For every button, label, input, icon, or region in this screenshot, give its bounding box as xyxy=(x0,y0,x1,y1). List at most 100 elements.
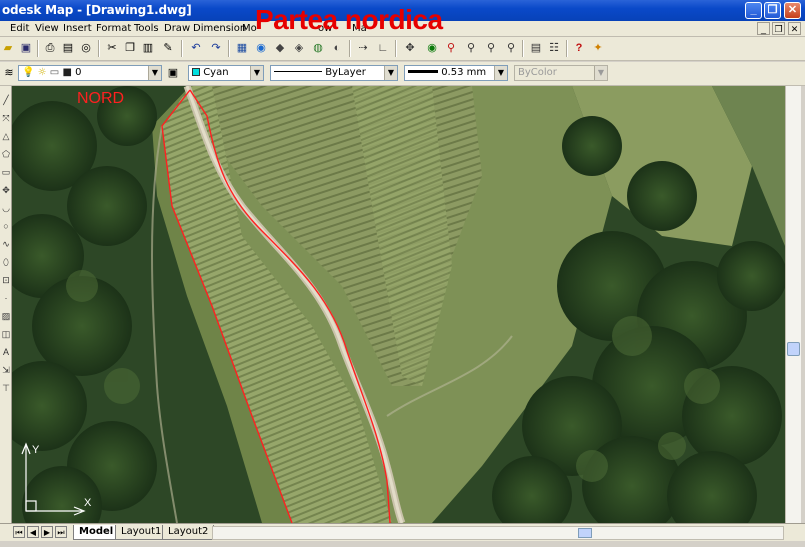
print-icon[interactable]: ⎙ xyxy=(42,40,58,56)
close-button[interactable]: ✕ xyxy=(784,2,801,19)
maximize-button[interactable]: ❐ xyxy=(764,2,781,19)
move-icon[interactable]: ✥ xyxy=(1,184,11,197)
layer-lock-icon: ▭ xyxy=(49,67,60,78)
polygon-icon[interactable]: ⬠ xyxy=(1,148,11,161)
linetype-combo[interactable]: ByLayer ▼ xyxy=(270,65,398,81)
tab-layout1[interactable]: Layout1 xyxy=(115,525,168,540)
point-icon[interactable]: · xyxy=(1,292,11,305)
trim-icon[interactable]: ⊤ xyxy=(1,382,11,395)
designcenter-icon[interactable]: ☷ xyxy=(546,40,562,56)
bottom-strip xyxy=(0,541,805,547)
zoom-prev-icon[interactable]: ⚲ xyxy=(483,40,499,56)
stretch-icon[interactable]: ⇲ xyxy=(1,364,11,377)
map-6-icon[interactable]: ◐ xyxy=(329,40,345,56)
open-icon[interactable]: ▰ xyxy=(0,40,16,56)
ucs-y-label: Y xyxy=(32,444,40,456)
draw-tool-palette: ╱ ⤧ △ ⬠ ▭ ✥ ◡ ○ ∿ ⬯ ⊡ · ▨ ◫ A ⇲ ⊤ xyxy=(0,86,12,523)
map-7-icon[interactable]: ⇢ xyxy=(355,40,371,56)
chevron-down-icon[interactable]: ▼ xyxy=(384,66,397,80)
map-1-icon[interactable]: ▦ xyxy=(234,40,250,56)
region-icon[interactable]: ◫ xyxy=(1,328,11,341)
map-4-icon[interactable]: ◈ xyxy=(291,40,307,56)
lineweight-combo[interactable]: 0.53 mm ▼ xyxy=(404,65,508,81)
spline-icon[interactable]: ∿ xyxy=(1,238,11,251)
menu-draw[interactable]: Draw xyxy=(164,23,190,34)
menu-format[interactable]: Format xyxy=(96,23,131,34)
redo-icon[interactable]: ↷ xyxy=(208,40,224,56)
circle-icon[interactable]: ○ xyxy=(1,220,11,233)
plotstyle-combo: ByColor ▼ xyxy=(514,65,608,81)
prev-tab-button[interactable]: ◀ xyxy=(27,526,39,538)
properties-icon[interactable]: ▤ xyxy=(528,40,544,56)
layer-freeze-icon: ☼ xyxy=(37,67,47,78)
map-5-icon[interactable]: ◍ xyxy=(310,40,326,56)
color-value: Cyan xyxy=(203,67,229,78)
copy-icon[interactable]: ❐ xyxy=(122,40,138,56)
horizontal-scroll-thumb[interactable] xyxy=(578,528,592,538)
horizontal-scrollbar[interactable] xyxy=(212,526,784,540)
drawing-canvas[interactable]: Y X NORD xyxy=(12,86,785,523)
menu-edit[interactable]: Edit xyxy=(10,23,29,34)
publish-icon[interactable]: ◎ xyxy=(78,40,94,56)
mdi-restore-button[interactable]: ❐ xyxy=(772,22,785,35)
zoom-realtime-icon[interactable]: ⚲ xyxy=(443,40,459,56)
polyline-icon[interactable]: △ xyxy=(1,130,11,143)
properties-toolbar: ≋ 💡 ☼ ▭ ■ 0 ▼ ▣ Cyan ▼ ByLayer ▼ 0.53 mm… xyxy=(0,62,805,86)
mtext-icon[interactable]: A xyxy=(1,346,11,359)
layer-on-icon: 💡 xyxy=(22,67,35,78)
chevron-down-icon: ▼ xyxy=(594,66,607,80)
plotstyle-value: ByColor xyxy=(518,67,557,78)
map-3-icon[interactable]: ◆ xyxy=(272,40,288,56)
save-icon[interactable]: ▣ xyxy=(18,40,34,56)
map-2-icon[interactable]: ◉ xyxy=(253,40,269,56)
tab-model[interactable]: Model xyxy=(73,525,120,540)
make-layer-current-icon[interactable]: ▣ xyxy=(165,65,181,81)
menu-tools[interactable]: Tools xyxy=(134,23,159,34)
help-icon[interactable]: ? xyxy=(571,40,587,56)
mdi-minimize-button[interactable]: _ xyxy=(757,22,770,35)
ellipse-icon[interactable]: ⬯ xyxy=(1,256,11,269)
eye-icon[interactable]: ◉ xyxy=(424,40,440,56)
hatch-icon[interactable]: ▨ xyxy=(1,310,11,323)
aerial-image: Y X xyxy=(12,86,785,523)
chevron-down-icon[interactable]: ▼ xyxy=(250,66,263,80)
chevron-down-icon[interactable]: ▼ xyxy=(148,66,161,80)
tab-layout2[interactable]: Layout2 xyxy=(162,525,215,540)
layer-color-swatch: ■ xyxy=(62,67,72,78)
color-combo[interactable]: Cyan ▼ xyxy=(188,65,264,81)
next-tab-button[interactable]: ▶ xyxy=(41,526,53,538)
minimize-button[interactable]: _ xyxy=(745,2,762,19)
layer-combo[interactable]: 💡 ☼ ▭ ■ 0 ▼ xyxy=(18,65,162,81)
menu-insert[interactable]: Insert xyxy=(63,23,92,34)
preview-icon[interactable]: ▤ xyxy=(60,40,76,56)
construction-line-icon[interactable]: ⤧ xyxy=(1,112,11,125)
line-tool-icon[interactable]: ╱ xyxy=(1,94,11,107)
map-8-icon[interactable]: ∟ xyxy=(375,40,391,56)
mdi-close-button[interactable]: ✕ xyxy=(788,22,801,35)
paste-icon[interactable]: ▥ xyxy=(140,40,156,56)
standard-toolbar: ▰ ▣ ⎙ ▤ ◎ ✂ ❐ ▥ ✎ ↶ ↷ ▦ ◉ ◆ ◈ ◍ ◐ ⇢ ∟ ✥ … xyxy=(0,37,805,61)
undo-icon[interactable]: ↶ xyxy=(188,40,204,56)
zoom-extents-icon[interactable]: ⚲ xyxy=(503,40,519,56)
first-tab-button[interactable]: ⏮ xyxy=(13,526,25,538)
assistant-icon[interactable]: ✦ xyxy=(590,40,606,56)
layers-icon[interactable]: ≋ xyxy=(1,65,17,81)
zoom-window-icon[interactable]: ⚲ xyxy=(463,40,479,56)
vertical-scroll-thumb[interactable] xyxy=(787,342,800,356)
menu-dimension[interactable]: Dimension xyxy=(193,23,246,34)
last-tab-button[interactable]: ⏭ xyxy=(55,526,67,538)
cut-icon[interactable]: ✂ xyxy=(104,40,120,56)
chevron-down-icon[interactable]: ▼ xyxy=(494,66,507,80)
vertical-scrollbar[interactable] xyxy=(785,86,801,523)
arc-icon[interactable]: ◡ xyxy=(1,202,11,215)
rectangle-icon[interactable]: ▭ xyxy=(1,166,11,179)
linetype-value: ByLayer xyxy=(325,67,366,78)
overlay-title: Partea nordica xyxy=(255,4,443,35)
layer-value: 0 xyxy=(75,67,82,78)
menu-view[interactable]: View xyxy=(35,23,59,34)
insert-block-icon[interactable]: ⊡ xyxy=(1,274,11,287)
pan-icon[interactable]: ✥ xyxy=(402,40,418,56)
toolbar-separator xyxy=(349,40,351,57)
matchprop-icon[interactable]: ✎ xyxy=(160,40,176,56)
nord-label: NORD xyxy=(77,90,125,107)
